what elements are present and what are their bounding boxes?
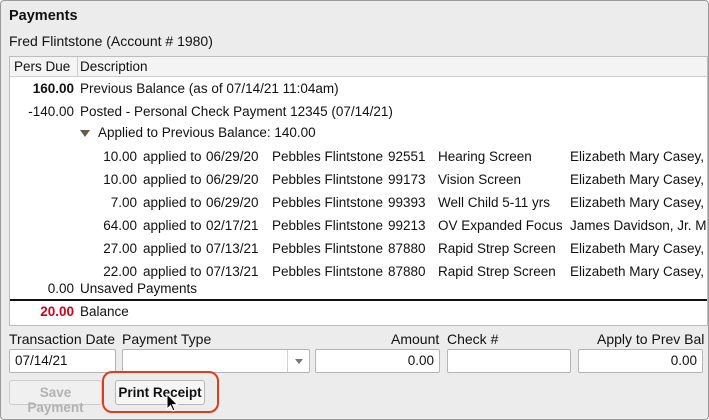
applied-service: Rapid Strep Screen <box>438 264 556 279</box>
applied-provider: Elizabeth Mary Casey, <box>570 172 705 187</box>
applied-code: 87880 <box>388 264 426 279</box>
highlight-ring <box>102 371 219 413</box>
payment-type-select[interactable] <box>122 349 310 373</box>
apply-to-prev-bal-label: Apply to Prev Bal <box>597 331 705 347</box>
applied-date: 07/13/21 <box>206 241 259 256</box>
applied-amount: 64.00 <box>103 218 137 233</box>
applied-group-label: Applied to Previous Balance: 140.00 <box>98 125 316 140</box>
previous-balance-row: 160.00 Previous Balance (as of 07/14/21 … <box>10 81 707 101</box>
applied-patient: Pebbles Flintstone <box>272 218 384 233</box>
balance-amount: 20.00 <box>40 304 74 319</box>
total-divider <box>10 299 707 301</box>
applied-date: 06/29/20 <box>206 172 259 187</box>
applied-service: Rapid Strep Screen <box>438 241 556 256</box>
applied-patient: Pebbles Flintstone <box>272 195 384 210</box>
apply-to-prev-bal-field[interactable]: 0.00 <box>578 349 703 373</box>
applied-service: OV Expanded Focus <box>438 218 563 233</box>
applied-amount: 10.00 <box>103 149 137 164</box>
applied-applied-to: applied to <box>143 218 202 233</box>
applied-applied-to: applied to <box>143 241 202 256</box>
payment-type-label: Payment Type <box>122 331 212 347</box>
applied-provider: Elizabeth Mary Casey, <box>570 264 705 279</box>
applied-amount: 10.00 <box>103 172 137 187</box>
column-header-description[interactable]: Description <box>80 59 148 74</box>
applied-date: 02/17/21 <box>206 218 259 233</box>
amount-label: Amount <box>391 331 440 347</box>
applied-service: Vision Screen <box>438 172 522 187</box>
applied-patient: Pebbles Flintstone <box>272 149 384 164</box>
applied-row[interactable]: 27.00 applied to 07/13/21 Pebbles Flintston… <box>10 241 707 261</box>
applied-date: 06/29/20 <box>206 195 259 210</box>
check-number-label: Check # <box>447 331 499 347</box>
disclosure-triangle-icon[interactable] <box>80 130 90 137</box>
applied-amount: 27.00 <box>103 241 137 256</box>
applied-applied-to: applied to <box>143 264 202 279</box>
applied-code: 99173 <box>388 172 426 187</box>
applied-row[interactable]: 64.00 applied to 02/17/21 Pebbles Flintston… <box>10 218 707 238</box>
table-header: Pers Due Description <box>10 57 707 77</box>
applied-code: 99393 <box>388 195 426 210</box>
posted-payment-row[interactable]: -140.00 Posted - Personal Check Payment … <box>10 104 707 124</box>
save-payment-button[interactable]: Save Payment <box>9 380 102 415</box>
applied-date: 07/13/21 <box>206 264 259 279</box>
applied-group-row[interactable]: Applied to Previous Balance: 140.00 <box>10 125 707 145</box>
balance-label: Balance <box>80 304 129 319</box>
applied-code: 99213 <box>388 218 426 233</box>
column-header-pers-due[interactable]: Pers Due <box>14 59 70 74</box>
applied-row[interactable]: 7.00 applied to 06/29/20 Pebbles Flintstone… <box>10 195 707 215</box>
applied-service: Well Child 5-11 yrs <box>438 195 551 210</box>
balance-row: 20.00 Balance <box>10 304 707 324</box>
mouse-cursor-icon <box>166 393 179 412</box>
applied-provider: Elizabeth Mary Casey, <box>570 195 705 210</box>
applied-applied-to: applied to <box>143 172 202 187</box>
applied-service: Hearing Screen <box>438 149 532 164</box>
transaction-date-field[interactable]: 07/14/21 <box>9 349 116 373</box>
applied-code: 87880 <box>388 241 426 256</box>
applied-code: 92551 <box>388 149 426 164</box>
applied-provider: James Davidson, Jr. M <box>570 218 707 233</box>
check-number-field[interactable] <box>447 349 571 373</box>
applied-row[interactable]: 10.00 applied to 06/29/20 Pebbles Flintston… <box>10 172 707 192</box>
applied-amount: 22.00 <box>103 264 137 279</box>
previous-balance-label: Previous Balance (as of 07/14/21 11:04am… <box>80 81 339 96</box>
column-divider <box>77 57 78 77</box>
applied-applied-to: applied to <box>143 149 202 164</box>
chevron-down-icon[interactable] <box>287 350 309 372</box>
posted-payment-amount: -140.00 <box>28 104 74 119</box>
applied-provider: Elizabeth Mary Casey, <box>570 149 705 164</box>
applied-row[interactable]: 10.00 applied to 06/29/20 Pebbles Flintston… <box>10 149 707 169</box>
amount-field[interactable]: 0.00 <box>315 349 440 373</box>
payments-table: Pers Due Description 160.00 Previous Bal… <box>9 56 708 326</box>
page-title: Payments <box>9 8 78 24</box>
payments-window: Payments Fred Flintstone (Account # 1980… <box>0 0 709 420</box>
applied-applied-to: applied to <box>143 195 202 210</box>
applied-patient: Pebbles Flintstone <box>272 241 384 256</box>
applied-patient: Pebbles Flintstone <box>272 264 384 279</box>
unsaved-payments-label: Unsaved Payments <box>80 281 198 296</box>
previous-balance-amount: 160.00 <box>32 81 74 96</box>
applied-date: 06/29/20 <box>206 149 259 164</box>
account-name: Fred Flintstone (Account # 1980) <box>9 33 213 49</box>
unsaved-payments-amount: 0.00 <box>47 281 74 296</box>
transaction-date-label: Transaction Date <box>9 331 116 347</box>
unsaved-payments-row: 0.00 Unsaved Payments <box>10 281 707 301</box>
applied-amount: 7.00 <box>110 195 137 210</box>
applied-patient: Pebbles Flintstone <box>272 172 384 187</box>
posted-payment-label: Posted - Personal Check Payment 12345 (0… <box>80 104 393 119</box>
applied-provider: Elizabeth Mary Casey, <box>570 241 705 256</box>
